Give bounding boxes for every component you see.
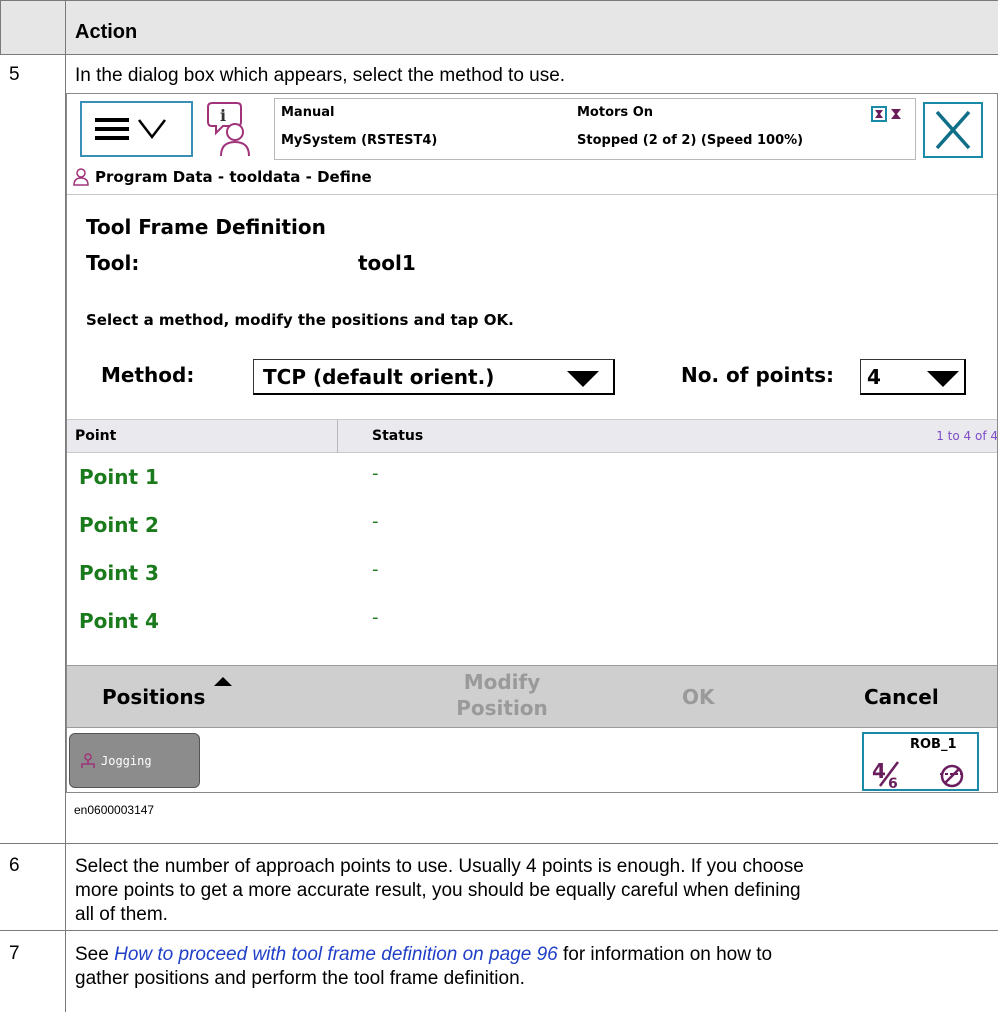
instruction-text: Select a method, modify the positions an… xyxy=(86,311,514,329)
motors-state: Motors On xyxy=(577,105,653,120)
page-link[interactable]: How to proceed with tool frame definitio… xyxy=(114,944,558,965)
method-label: Method: xyxy=(101,363,195,387)
point-name: Point 1 xyxy=(79,465,159,489)
step-text: Select the number of approach points to … xyxy=(75,855,804,927)
close-icon xyxy=(935,110,971,150)
breadcrumb: Program Data - tooldata - Define xyxy=(73,168,372,186)
menu-icon xyxy=(95,118,166,140)
step-prefix: See xyxy=(75,944,115,965)
figure-caption: en0600003147 xyxy=(74,803,155,817)
step-text: In the dialog box which appears, select … xyxy=(75,65,566,86)
menu-up-icon xyxy=(214,677,232,686)
abb-menu-button[interactable] xyxy=(80,101,193,157)
header-action: Action xyxy=(75,21,138,43)
grid-header: Point Status 1 to 4 of 4 xyxy=(67,419,998,453)
step-line: gather positions and perform the tool fr… xyxy=(75,968,525,989)
close-button[interactable] xyxy=(923,102,983,158)
step-suffix: for information on how to xyxy=(557,944,773,965)
table-border xyxy=(0,0,1,55)
top-bar: i Manual MySystem (RSTEST4) Motors On St… xyxy=(67,94,997,164)
operating-mode: Manual xyxy=(281,105,335,120)
step-line: more points to get a more accurate resul… xyxy=(75,880,801,901)
system-name: MySystem (RSTEST4) xyxy=(281,133,438,148)
table-row[interactable]: Point 4 - xyxy=(67,597,997,645)
table-row[interactable]: Point 3 - xyxy=(67,549,997,597)
ok-button[interactable]: OK xyxy=(682,685,715,709)
row-range: 1 to 4 of 4 xyxy=(936,429,998,443)
column-divider xyxy=(337,420,338,453)
flexpendant-screen: i Manual MySystem (RSTEST4) Motors On St… xyxy=(66,93,998,793)
modify-label-line2: Position xyxy=(456,696,548,720)
modify-position-button[interactable]: Modify Position xyxy=(452,669,552,721)
table-row[interactable]: Point 1 - xyxy=(67,453,997,501)
robot-task-icon: 4 6 xyxy=(872,759,964,790)
robot-status-icon xyxy=(871,106,901,122)
jogging-label: Jogging xyxy=(101,753,152,768)
frame-title: Tool Frame Definition xyxy=(86,215,326,239)
info-event-icon[interactable]: i xyxy=(207,100,257,158)
step-line: Select the number of approach points to … xyxy=(75,856,804,877)
user-icon xyxy=(73,168,89,186)
positions-button[interactable]: Positions xyxy=(102,685,205,709)
step-line: all of them. xyxy=(75,904,168,925)
robot-label: ROB_1 xyxy=(910,737,957,752)
point-status: - xyxy=(372,511,379,532)
method-selected: TCP (default orient.) xyxy=(263,365,495,389)
point-name: Point 3 xyxy=(79,561,159,585)
jogging-button[interactable]: Jogging xyxy=(69,733,200,788)
command-bar: Positions Modify Position OK Cancel xyxy=(67,665,997,727)
step-number: 6 xyxy=(9,855,20,876)
points-label: No. of points: xyxy=(681,363,835,387)
step-number: 5 xyxy=(9,64,20,85)
status-bar[interactable]: Manual MySystem (RSTEST4) Motors On Stop… xyxy=(274,98,916,160)
method-dropdown[interactable]: TCP (default orient.) xyxy=(253,359,615,395)
point-status: - xyxy=(372,463,379,484)
column-point[interactable]: Point xyxy=(75,428,116,444)
svg-text:i: i xyxy=(220,106,226,125)
program-state: Stopped (2 of 2) (Speed 100%) xyxy=(577,133,804,148)
breadcrumb-text: Program Data - tooldata - Define xyxy=(95,168,372,186)
points-dropdown[interactable]: 4 xyxy=(860,359,966,395)
step-number: 7 xyxy=(9,943,20,964)
chevron-down-icon xyxy=(567,371,599,387)
row-divider xyxy=(0,930,998,931)
tool-value: tool1 xyxy=(358,251,416,275)
svg-text:6: 6 xyxy=(888,776,898,790)
table-row[interactable]: Point 2 - xyxy=(67,501,997,549)
jog-icon xyxy=(81,752,95,768)
point-name: Point 2 xyxy=(79,513,159,537)
points-selected: 4 xyxy=(867,365,881,389)
point-name: Point 4 xyxy=(79,609,159,633)
point-status: - xyxy=(372,607,379,628)
modify-label-line1: Modify xyxy=(463,670,541,694)
cancel-button[interactable]: Cancel xyxy=(864,685,939,709)
chevron-down-icon xyxy=(927,371,959,387)
define-view: Tool Frame Definition Tool: tool1 Select… xyxy=(67,195,998,665)
column-status[interactable]: Status xyxy=(372,428,423,444)
quickset-button[interactable]: ROB_1 4 6 xyxy=(862,732,979,791)
row-divider xyxy=(0,843,998,844)
point-status: - xyxy=(372,559,379,580)
table-header: Action xyxy=(0,0,998,55)
task-bar: Jogging ROB_1 4 6 xyxy=(67,727,997,792)
tool-label: Tool: xyxy=(86,251,140,275)
step-text: See How to proceed with tool frame defin… xyxy=(75,943,772,991)
